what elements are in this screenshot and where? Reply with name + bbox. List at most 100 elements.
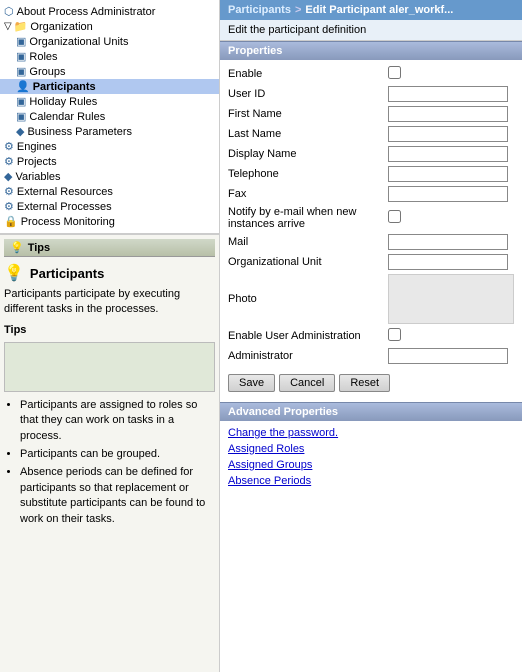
save-button[interactable]: Save xyxy=(228,374,275,392)
right-panel: Participants > Edit Participant aler_wor… xyxy=(220,0,522,672)
prop-input-4[interactable] xyxy=(388,146,508,162)
prop-input-9[interactable] xyxy=(388,254,508,270)
breadcrumb: Participants > Edit Participant aler_wor… xyxy=(220,0,522,20)
prop-input-8[interactable] xyxy=(388,234,508,250)
prop-value-6[interactable] xyxy=(388,186,514,202)
tips-title: Participants xyxy=(30,266,104,281)
tree-icon-organization: 📁 xyxy=(14,20,28,33)
tree-icon-engines: ⚙ xyxy=(4,140,14,153)
prop-input-5[interactable] xyxy=(388,166,508,182)
tree-label-variables: Variables xyxy=(15,171,60,183)
tip-item-0: Participants are assigned to roles so th… xyxy=(20,398,215,444)
prop-row-9: Organizational Unit xyxy=(228,252,514,272)
properties-header: Properties xyxy=(220,41,522,60)
tree-icon-org-units: ▣ xyxy=(16,35,26,48)
tree-item-business-params[interactable]: ◆Business Parameters xyxy=(0,124,219,139)
prop-value-5[interactable] xyxy=(388,166,514,182)
prop-input-1[interactable] xyxy=(388,86,508,102)
prop-value-2[interactable] xyxy=(388,106,514,122)
prop-checkbox-7[interactable] xyxy=(388,210,401,223)
adv-link-2[interactable]: Assigned Groups xyxy=(228,457,514,473)
advanced-header: Advanced Properties xyxy=(220,402,522,421)
tips-header-icon: 💡 xyxy=(10,241,24,254)
prop-label-9: Organizational Unit xyxy=(228,256,388,268)
tree-item-groups[interactable]: ▣Groups xyxy=(0,64,219,79)
tree-label-about: About Process Administrator xyxy=(17,6,156,18)
prop-value-11[interactable] xyxy=(388,328,514,344)
prop-label-1: User ID xyxy=(228,88,388,100)
prop-value-0[interactable] xyxy=(388,66,514,82)
prop-label-8: Mail xyxy=(228,236,388,248)
tree-item-holiday-rules[interactable]: ▣Holiday Rules xyxy=(0,94,219,109)
buttons-row: Save Cancel Reset xyxy=(220,370,522,398)
tips-label: Tips xyxy=(4,324,215,336)
prop-value-1[interactable] xyxy=(388,86,514,102)
prop-row-7: Notify by e-mail when new instances arri… xyxy=(228,204,514,232)
prop-label-4: Display Name xyxy=(228,148,388,160)
tree-icon-ext-processes: ⚙ xyxy=(4,200,14,213)
reset-button[interactable]: Reset xyxy=(339,374,390,392)
tips-description: Participants participate by executing di… xyxy=(4,287,215,318)
prop-input-6[interactable] xyxy=(388,186,508,202)
tree-item-proc-monitoring[interactable]: 🔒Process Monitoring xyxy=(0,214,219,229)
prop-value-7[interactable] xyxy=(388,210,514,226)
tree-label-calendar-rules: Calendar Rules xyxy=(29,111,105,123)
tips-bulb-icon: 💡 xyxy=(4,263,24,283)
prop-value-4[interactable] xyxy=(388,146,514,162)
prop-input-2[interactable] xyxy=(388,106,508,122)
tree-icon-roles: ▣ xyxy=(16,50,26,63)
prop-checkbox-11[interactable] xyxy=(388,328,401,341)
breadcrumb-current: Edit Participant aler_workf... xyxy=(305,4,453,16)
tips-list: Participants are assigned to roles so th… xyxy=(4,398,215,527)
tree-label-organization: Organization xyxy=(30,21,92,33)
tree-icon-calendar-rules: ▣ xyxy=(16,110,26,123)
adv-link-1[interactable]: Assigned Roles xyxy=(228,441,514,457)
prop-row-5: Telephone xyxy=(228,164,514,184)
tree-label-holiday-rules: Holiday Rules xyxy=(29,96,97,108)
tree-item-projects[interactable]: ⚙Projects xyxy=(0,154,219,169)
tree-item-variables[interactable]: ◆Variables xyxy=(0,169,219,184)
prop-row-3: Last Name xyxy=(228,124,514,144)
tips-header: 💡 Tips xyxy=(4,239,215,257)
tree-label-org-units: Organizational Units xyxy=(29,36,128,48)
tree-item-calendar-rules[interactable]: ▣Calendar Rules xyxy=(0,109,219,124)
prop-label-2: First Name xyxy=(228,108,388,120)
adv-link-0[interactable]: Change the password. xyxy=(228,425,514,441)
tree-label-ext-processes: External Processes xyxy=(17,201,112,213)
prop-input-3[interactable] xyxy=(388,126,508,142)
tree-label-ext-resources: External Resources xyxy=(17,186,113,198)
prop-row-8: Mail xyxy=(228,232,514,252)
tree-item-about[interactable]: ⬡About Process Administrator xyxy=(0,4,219,19)
breadcrumb-participants: Participants xyxy=(228,4,291,16)
prop-label-10: Photo xyxy=(228,293,388,305)
prop-label-3: Last Name xyxy=(228,128,388,140)
tree-section: ⬡About Process Administrator▽📁Organizati… xyxy=(0,0,219,234)
prop-row-10: Photo xyxy=(228,272,514,326)
prop-value-12[interactable] xyxy=(388,348,514,364)
cancel-button[interactable]: Cancel xyxy=(279,374,335,392)
tree-item-ext-processes[interactable]: ⚙External Processes xyxy=(0,199,219,214)
prop-input-12[interactable] xyxy=(388,348,508,364)
tip-item-2: Absence periods can be defined for parti… xyxy=(20,465,215,527)
tree-item-engines[interactable]: ⚙Engines xyxy=(0,139,219,154)
tree-label-roles: Roles xyxy=(29,51,57,63)
prop-value-8[interactable] xyxy=(388,234,514,250)
tree-label-engines: Engines xyxy=(17,141,57,153)
prop-row-11: Enable User Administration xyxy=(228,326,514,346)
tree-label-participants: Participants xyxy=(33,81,96,93)
tree-icon-participants: 👤 xyxy=(16,80,30,93)
tree-item-organization[interactable]: ▽📁Organization xyxy=(0,19,219,34)
tree-item-roles[interactable]: ▣Roles xyxy=(0,49,219,64)
tree-icon-holiday-rules: ▣ xyxy=(16,95,26,108)
tree-icon-proc-monitoring: 🔒 xyxy=(4,215,18,228)
prop-value-10 xyxy=(388,274,514,324)
tree-item-ext-resources[interactable]: ⚙External Resources xyxy=(0,184,219,199)
properties-table: EnableUser IDFirst NameLast NameDisplay … xyxy=(220,60,522,370)
tree-item-org-units[interactable]: ▣Organizational Units xyxy=(0,34,219,49)
tips-title-row: 💡 Participants xyxy=(4,263,215,283)
tree-item-participants[interactable]: 👤Participants xyxy=(0,79,219,94)
prop-checkbox-0[interactable] xyxy=(388,66,401,79)
prop-value-3[interactable] xyxy=(388,126,514,142)
adv-link-3[interactable]: Absence Periods xyxy=(228,473,514,489)
prop-value-9[interactable] xyxy=(388,254,514,270)
